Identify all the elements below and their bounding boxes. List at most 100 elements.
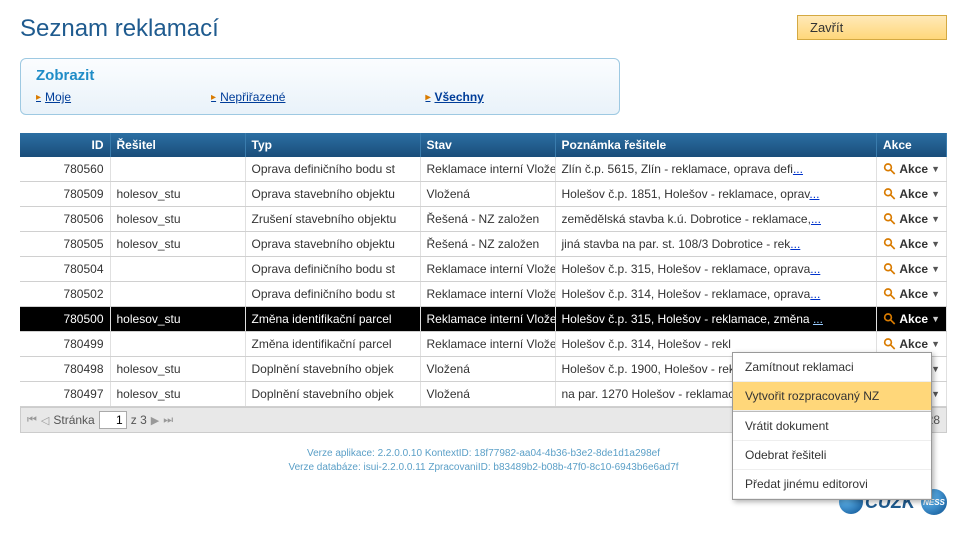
more-link[interactable]: ... xyxy=(790,237,800,251)
cell-akce[interactable]: Akce▼ xyxy=(877,307,947,332)
chevron-down-icon: ▼ xyxy=(931,164,940,174)
cell-id: 780505 xyxy=(20,232,110,257)
cell-typ: Oprava stavebního objektu xyxy=(245,232,420,257)
cell-akce[interactable]: Akce▼ xyxy=(877,157,947,182)
cell-stav: Reklamace interní Vložená xyxy=(420,157,555,182)
cell-id: 780497 xyxy=(20,382,110,407)
col-poznamka[interactable]: Poznámka řešitele xyxy=(555,133,877,157)
cell-typ: Oprava definičního bodu st xyxy=(245,257,420,282)
cell-stav: Řešená - NZ založen xyxy=(420,232,555,257)
akce-label: Akce xyxy=(899,187,928,201)
cell-poznamka: Holešov č.p. 315, Holešov - reklamace, z… xyxy=(555,307,877,332)
cell-poznamka: Zlín č.p. 5615, Zlín - reklamace, oprava… xyxy=(555,157,877,182)
filter-link-moje[interactable]: ▸Moje xyxy=(36,90,71,104)
cell-id: 780560 xyxy=(20,157,110,182)
cell-stav: Vložená xyxy=(420,357,555,382)
magnifier-icon xyxy=(883,162,896,176)
pager-last-icon[interactable]: ⏭ xyxy=(163,414,173,427)
dropdown-item[interactable]: Zamítnout reklamaci xyxy=(733,353,931,382)
chevron-down-icon: ▼ xyxy=(931,339,940,349)
dropdown-item[interactable]: Vytvořit rozpracovaný NZ xyxy=(733,382,931,411)
akce-label: Akce xyxy=(899,162,928,176)
cell-resitel xyxy=(110,282,245,307)
table-row[interactable]: 780509holesov_stuOprava stavebního objek… xyxy=(20,182,947,207)
table-row[interactable]: 780560 Oprava definičního bodu stReklamac… xyxy=(20,157,947,182)
cell-resitel xyxy=(110,332,245,357)
cell-poznamka: zemědělská stavba k.ú. Dobrotice - rekla… xyxy=(555,207,877,232)
chevron-down-icon: ▼ xyxy=(931,364,940,374)
cell-typ: Oprava definičního bodu st xyxy=(245,157,420,182)
table-row[interactable]: 780505holesov_stuOprava stavebního objek… xyxy=(20,232,947,257)
cell-id: 780499 xyxy=(20,332,110,357)
arrow-icon: ▸ xyxy=(211,92,216,103)
table-row[interactable]: 780500holesov_stuZměna identifikační par… xyxy=(20,307,947,332)
cell-stav: Reklamace interní Vložená xyxy=(420,282,555,307)
filter-panel: Zobrazit ▸Moje▸Nepřiřazené▸Všechny xyxy=(20,58,620,115)
cell-id: 780506 xyxy=(20,207,110,232)
cell-stav: Řešená - NZ založen xyxy=(420,207,555,232)
pager-label: Stránka xyxy=(53,413,94,427)
cell-resitel: holesov_stu xyxy=(110,207,245,232)
col-akce[interactable]: Akce xyxy=(877,133,947,157)
col-typ[interactable]: Typ xyxy=(245,133,420,157)
cell-id: 780500 xyxy=(20,307,110,332)
more-link[interactable]: ... xyxy=(793,162,803,176)
cell-resitel: holesov_stu xyxy=(110,307,245,332)
pager-first-icon[interactable]: ⏮ xyxy=(27,414,37,427)
cell-id: 780498 xyxy=(20,357,110,382)
cell-akce[interactable]: Akce▼ xyxy=(877,207,947,232)
cell-id: 780504 xyxy=(20,257,110,282)
akce-label: Akce xyxy=(899,237,928,251)
cell-stav: Vložená xyxy=(420,182,555,207)
akce-label: Akce xyxy=(899,287,928,301)
more-link[interactable]: ... xyxy=(809,187,819,201)
table-row[interactable]: 780502Oprava definičního bodu stReklamac… xyxy=(20,282,947,307)
close-button[interactable]: Zavřít xyxy=(797,15,947,40)
cell-typ: Oprava definičního bodu st xyxy=(245,282,420,307)
cell-resitel xyxy=(110,257,245,282)
magnifier-icon xyxy=(883,187,896,201)
cell-akce[interactable]: Akce▼ xyxy=(877,282,947,307)
pager-total: z 3 xyxy=(131,413,147,427)
table-row[interactable]: 780504 Oprava definičního bodu stReklamac… xyxy=(20,257,947,282)
pager-prev-icon[interactable]: ◁ xyxy=(41,414,49,427)
filter-link-nepřiřazené[interactable]: ▸Nepřiřazené xyxy=(211,90,285,104)
chevron-down-icon: ▼ xyxy=(931,189,940,199)
more-link[interactable]: ... xyxy=(810,262,820,276)
more-link[interactable]: ... xyxy=(813,312,823,326)
dropdown-item[interactable]: Vrátit dokument xyxy=(733,411,931,441)
arrow-icon: ▸ xyxy=(425,92,430,103)
cell-akce[interactable]: Akce▼ xyxy=(877,182,947,207)
col-id[interactable]: ID xyxy=(20,133,110,157)
akce-label: Akce xyxy=(899,212,928,226)
col-resitel[interactable]: Řešitel xyxy=(110,133,245,157)
pager-next-icon[interactable]: ▶ xyxy=(151,414,159,427)
more-link[interactable]: ... xyxy=(811,212,821,226)
cell-id: 780509 xyxy=(20,182,110,207)
cell-typ: Změna identifikační parcel xyxy=(245,307,420,332)
cell-stav: Reklamace interní Vložená xyxy=(420,257,555,282)
dropdown-item[interactable]: Odebrat řešiteli xyxy=(733,441,931,470)
chevron-down-icon: ▼ xyxy=(931,289,940,299)
cell-resitel xyxy=(110,157,245,182)
pager-page-input[interactable] xyxy=(99,411,127,429)
page-title: Seznam reklamací xyxy=(20,15,219,43)
cell-typ: Změna identifikační parcel xyxy=(245,332,420,357)
magnifier-icon xyxy=(883,262,896,276)
cell-typ: Oprava stavebního objektu xyxy=(245,182,420,207)
cell-poznamka: Holešov č.p. 1851, Holešov - reklamace, … xyxy=(555,182,877,207)
cell-poznamka: Holešov č.p. 314, Holešov - reklamace, o… xyxy=(555,282,877,307)
akce-label: Akce xyxy=(899,337,928,351)
cell-typ: Doplnění stavebního objek xyxy=(245,357,420,382)
cell-resitel: holesov_stu xyxy=(110,232,245,257)
cell-poznamka: jiná stavba na par. st. 108/3 Dobrotice … xyxy=(555,232,877,257)
filter-link-všechny[interactable]: ▸Všechny xyxy=(425,90,483,104)
col-stav[interactable]: Stav xyxy=(420,133,555,157)
cell-resitel: holesov_stu xyxy=(110,382,245,407)
cell-akce[interactable]: Akce▼ xyxy=(877,257,947,282)
chevron-down-icon: ▼ xyxy=(931,389,940,399)
cell-akce[interactable]: Akce▼ xyxy=(877,232,947,257)
more-link[interactable]: ... xyxy=(810,287,820,301)
dropdown-item[interactable]: Předat jinému editorovi xyxy=(733,470,931,499)
table-row[interactable]: 780506holesov_stuZrušení stavebního obje… xyxy=(20,207,947,232)
